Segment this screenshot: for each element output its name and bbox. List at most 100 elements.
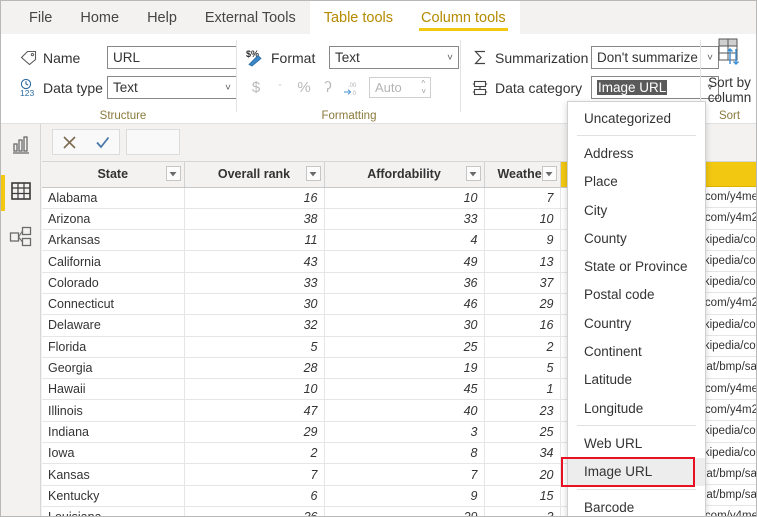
cell-state: Florida <box>42 336 185 358</box>
currency-dropdown-icon[interactable]: ˇ <box>269 77 291 99</box>
cell-state: Illinois <box>42 399 185 422</box>
formula-bar-buttons <box>52 129 120 155</box>
tab-file[interactable]: File <box>15 1 66 34</box>
cell-affordability: 19 <box>324 357 485 380</box>
dropdown-item-latitude[interactable]: Latitude <box>568 366 705 394</box>
dropdown-item-label: Place <box>584 174 618 190</box>
dropdown-item-city[interactable]: City <box>568 196 705 224</box>
tab-column-tools[interactable]: Column tools <box>407 1 520 34</box>
sidebar-item-report-view[interactable] <box>1 124 41 170</box>
structure-group-label: Structure <box>99 110 147 122</box>
tab-external-tools-label: External Tools <box>204 9 296 26</box>
format-buttons-row: $ ˇ % ʔ .00 .0 Auto ^ ˅ <box>245 74 431 101</box>
svg-text:.0: .0 <box>351 91 357 96</box>
sidebar-item-model-view[interactable] <box>1 216 41 262</box>
cell-weather: 37 <box>484 272 561 294</box>
currency-format-button[interactable]: $ <box>245 77 267 99</box>
cell-overall-rank: 10 <box>184 378 325 401</box>
dropdown-item-place[interactable]: Place <box>568 168 705 196</box>
cell-state: California <box>42 250 185 273</box>
cell-state: Kansas <box>42 463 185 486</box>
percent-format-button[interactable]: % <box>293 77 315 99</box>
column-header-weather-label: Weather <box>497 167 547 182</box>
cell-affordability: 36 <box>324 272 485 294</box>
sigma-icon <box>469 48 491 68</box>
cell-affordability: 49 <box>324 250 485 273</box>
cancel-edit-button[interactable] <box>53 130 86 154</box>
model-relationships-icon <box>9 226 33 253</box>
tab-home[interactable]: Home <box>66 1 133 34</box>
dropdown-separator <box>577 135 696 137</box>
power-bi-window: File Home Help External Tools Table tool… <box>0 0 757 517</box>
data-category-dropdown[interactable]: Uncategorized Address Place City County State… <box>567 101 706 516</box>
dropdown-item-county[interactable]: County <box>568 224 705 252</box>
summarization-label: Summarization <box>495 49 589 66</box>
column-header-weather[interactable]: Weather <box>484 162 561 188</box>
cell-state: Arizona <box>42 208 185 231</box>
tag-icon <box>17 48 39 68</box>
cell-affordability: 4 <box>324 229 485 252</box>
filter-chevron-down-icon[interactable] <box>305 166 321 181</box>
cell-affordability: 8 <box>324 442 485 465</box>
tab-help[interactable]: Help <box>133 1 191 34</box>
datatype-dropdown[interactable]: Text ˅ <box>107 76 237 99</box>
filter-chevron-down-icon[interactable] <box>465 166 481 181</box>
sidebar-item-data-view[interactable] <box>1 170 41 216</box>
cell-weather: 29 <box>484 293 561 316</box>
column-header-affordability[interactable]: Affordability <box>324 162 485 188</box>
dropdown-separator <box>577 488 696 490</box>
column-header-affordability-label: Affordability <box>367 167 441 182</box>
filter-chevron-down-icon[interactable] <box>541 166 557 181</box>
thousands-separator-button[interactable]: ʔ <box>317 77 339 99</box>
dropdown-item-label: Uncategorized <box>584 110 672 126</box>
dropdown-item-continent[interactable]: Continent <box>568 337 705 365</box>
cell-state: Kentucky <box>42 485 185 507</box>
dropdown-item-uncategorized[interactable]: Uncategorized <box>568 104 705 132</box>
dropdown-item-label: State or Province <box>584 259 688 275</box>
dropdown-item-label: Country <box>584 315 632 331</box>
tab-file-label: File <box>29 9 53 26</box>
dropdown-item-label: Longitude <box>584 400 644 416</box>
dropdown-item-state-or-province[interactable]: State or Province <box>568 252 705 280</box>
dropdown-separator <box>577 425 696 427</box>
filter-chevron-down-icon[interactable] <box>165 166 181 181</box>
column-header-overall-rank-label: Overall rank <box>217 167 291 182</box>
cell-overall-rank: 36 <box>184 506 325 516</box>
dropdown-item-longitude[interactable]: Longitude <box>568 394 705 422</box>
formula-input[interactable] <box>126 129 180 155</box>
dropdown-item-barcode[interactable]: Barcode <box>568 493 705 516</box>
dropdown-item-label: City <box>584 202 608 218</box>
stepper-arrows-icon[interactable]: ^ ˅ <box>421 78 426 97</box>
decimal-places-button[interactable]: .00 .0 <box>341 77 363 99</box>
sort-group-label: Sort <box>718 110 741 122</box>
cell-overall-rank: 30 <box>184 293 325 316</box>
data-category-icon <box>469 78 491 98</box>
sort-by-column-label: Sort by column <box>707 75 752 105</box>
decimal-places-stepper[interactable]: Auto ^ ˅ <box>369 77 431 98</box>
dropdown-item-country[interactable]: Country <box>568 309 705 337</box>
cell-overall-rank: 6 <box>184 485 325 507</box>
group-divider <box>460 40 461 112</box>
tab-external-tools[interactable]: External Tools <box>191 1 310 34</box>
dropdown-item-web-url[interactable]: Web URL <box>568 429 705 457</box>
name-label: Name <box>43 49 81 66</box>
chevron-down-icon: ˅ <box>225 82 231 93</box>
cell-state: Indiana <box>42 421 185 444</box>
dropdown-item-label: Continent <box>584 344 642 360</box>
name-input[interactable]: URL <box>107 46 237 69</box>
tab-table-tools[interactable]: Table tools <box>309 1 408 34</box>
cell-weather: 34 <box>484 442 561 465</box>
column-header-state[interactable]: State <box>42 162 185 188</box>
column-header-overall-rank[interactable]: Overall rank <box>184 162 325 188</box>
format-dropdown[interactable]: Text ˅ <box>329 46 459 69</box>
dropdown-item-address[interactable]: Address <box>568 139 705 167</box>
sort-by-column-button[interactable]: Sort by column <box>701 38 756 105</box>
cell-affordability: 29 <box>324 506 485 516</box>
dropdown-item-label: Address <box>584 145 634 161</box>
confirm-edit-button[interactable] <box>86 130 119 154</box>
datatype-value: Text <box>113 80 138 95</box>
cell-weather: 3 <box>484 506 561 516</box>
cell-weather: 16 <box>484 314 561 337</box>
dropdown-item-postal-code[interactable]: Postal code <box>568 281 705 309</box>
dropdown-item-image-url[interactable]: Image URL <box>568 457 705 486</box>
